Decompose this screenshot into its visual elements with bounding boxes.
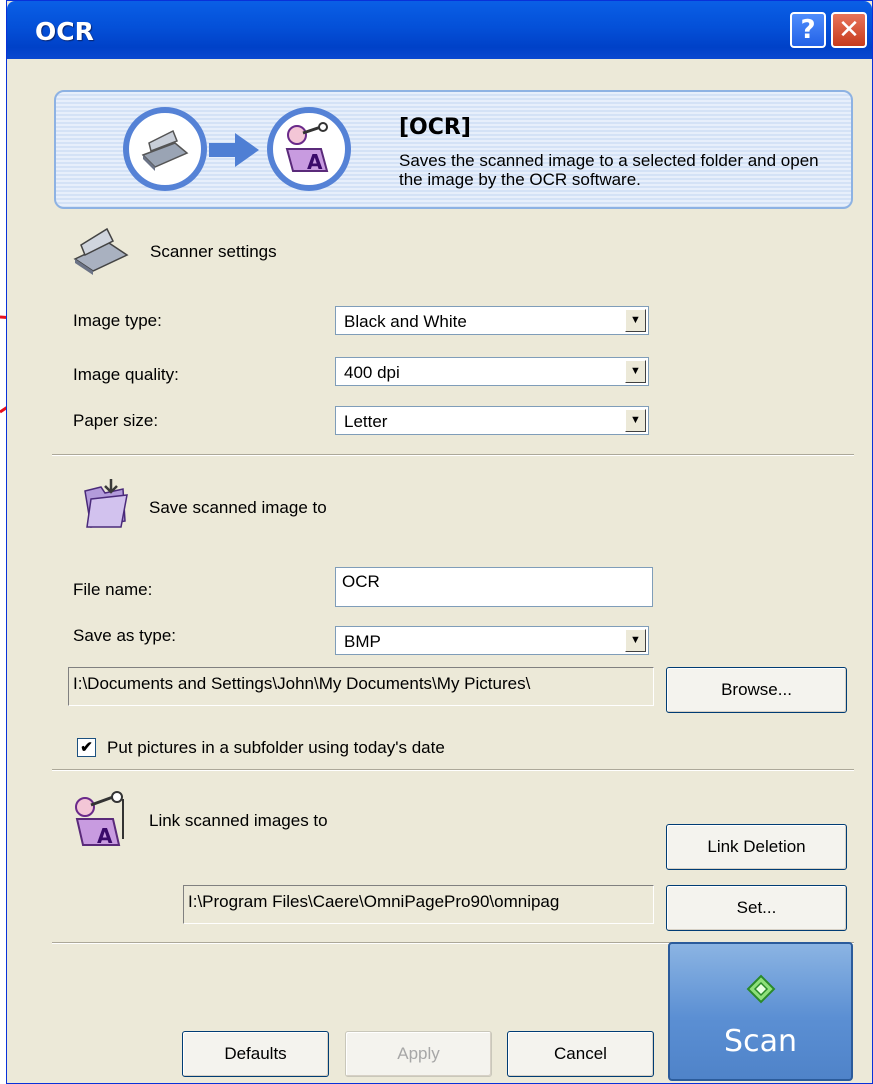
folder-icon [84, 479, 128, 528]
paper-size-label: Paper size: [73, 411, 159, 430]
defaults-button[interactable]: Defaults [182, 1031, 329, 1077]
image-type-label: Image type: [73, 311, 162, 330]
browse-button[interactable]: Browse... [666, 667, 847, 713]
scanner-settings-icon [73, 227, 129, 275]
scan-diamond-icon [746, 974, 776, 1004]
save-as-type-label: Save as type: [73, 626, 177, 645]
ocr-dialog: OCR ? ✕ A [OCR] Saves the scanned image … [6, 0, 873, 1084]
arrow-right-icon [209, 133, 259, 167]
scanner-settings-heading: Scanner settings [150, 242, 277, 261]
paper-size-value: Letter [344, 412, 388, 431]
image-type-value: Black and White [344, 312, 467, 331]
image-quality-value: 400 dpi [344, 363, 400, 382]
help-button[interactable]: ? [790, 12, 826, 48]
title-bar[interactable]: OCR ? ✕ [7, 1, 872, 59]
set-button[interactable]: Set... [666, 885, 847, 931]
chevron-down-icon[interactable]: ▼ [625, 309, 646, 332]
scanner-icon [123, 107, 207, 191]
svg-text:A: A [97, 824, 113, 848]
apply-button[interactable]: Apply [345, 1031, 492, 1077]
subfolder-checkbox-label[interactable]: Put pictures in a subfolder using today'… [107, 738, 445, 758]
image-quality-select[interactable]: 400 dpi ▼ [335, 357, 649, 386]
image-quality-label: Image quality: [73, 365, 179, 384]
file-name-label: File name: [73, 580, 153, 599]
save-heading: Save scanned image to [149, 498, 327, 517]
chevron-down-icon[interactable]: ▼ [625, 409, 646, 432]
paper-size-select[interactable]: Letter ▼ [335, 406, 649, 435]
separator [52, 454, 854, 456]
ocr-application-path[interactable]: I:\Program Files\Caere\OmniPagePro90\omn… [183, 885, 654, 924]
subfolder-checkbox[interactable]: ✔ [77, 738, 96, 757]
ocr-icon: A [267, 107, 351, 191]
banner-title: [OCR] [399, 115, 471, 140]
window-title: OCR [35, 17, 94, 46]
chevron-down-icon[interactable]: ▼ [625, 629, 646, 652]
file-name-input[interactable]: OCR [335, 567, 653, 607]
banner-description: Saves the scanned image to a selected fo… [399, 151, 819, 189]
scan-label: Scan [724, 1024, 797, 1059]
link-deletion-button[interactable]: Link Deletion [666, 824, 847, 870]
chevron-down-icon[interactable]: ▼ [625, 360, 646, 383]
svg-text:A: A [307, 150, 323, 174]
save-as-type-select[interactable]: BMP ▼ [335, 626, 649, 655]
separator [52, 769, 854, 771]
save-as-type-value: BMP [344, 632, 381, 651]
ocr-app-icon: A [75, 791, 124, 848]
close-button[interactable]: ✕ [831, 12, 867, 48]
image-type-select[interactable]: Black and White ▼ [335, 306, 649, 335]
save-folder-path[interactable]: I:\Documents and Settings\John\My Docume… [68, 667, 654, 706]
link-heading: Link scanned images to [149, 811, 328, 830]
scan-button[interactable]: Scan [668, 942, 853, 1081]
cancel-button[interactable]: Cancel [507, 1031, 654, 1077]
